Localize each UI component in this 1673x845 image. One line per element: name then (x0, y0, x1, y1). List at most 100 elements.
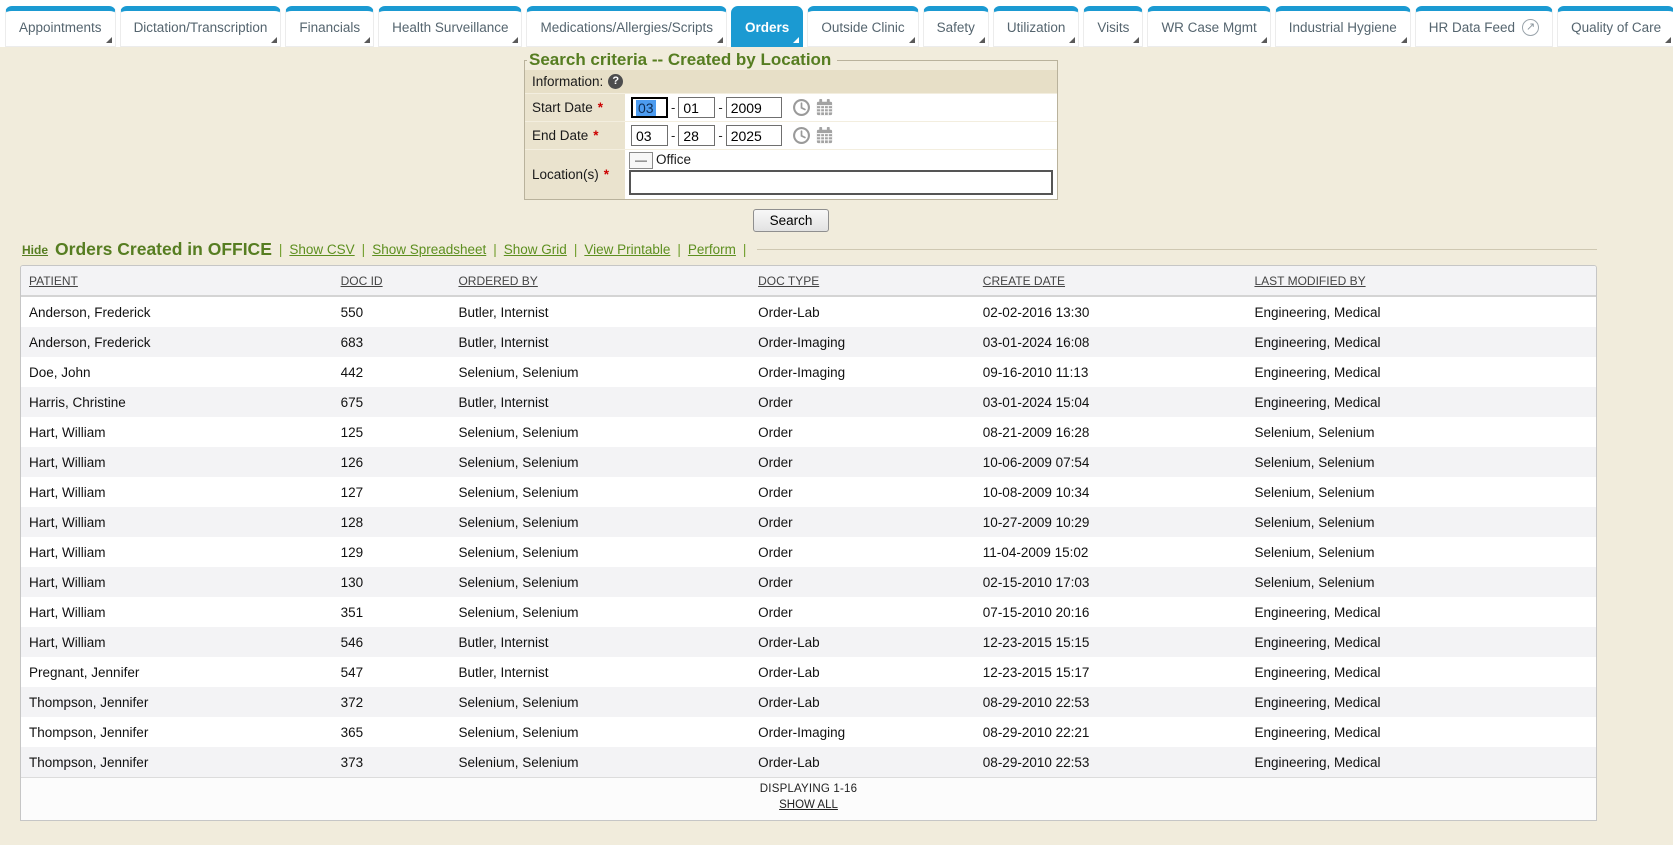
start-date-calendar-icon[interactable] (815, 98, 834, 117)
help-icon[interactable]: ? (608, 74, 623, 89)
end-date-day-input[interactable]: 28 (678, 125, 715, 146)
end-date-clock-icon[interactable] (792, 126, 811, 145)
column-header-create-date[interactable]: CREATE DATE (975, 266, 1247, 296)
cell-ordered-by: Selenium, Selenium (450, 357, 750, 387)
cell-doc-id: 130 (333, 567, 451, 597)
column-header-last-modified-by[interactable]: LAST MODIFIED BY (1246, 266, 1596, 296)
cell-create-date: 08-29-2010 22:53 (975, 687, 1247, 717)
locations-fields: — Office (625, 150, 1057, 199)
cell-ordered-by: Selenium, Selenium (450, 537, 750, 567)
tab-appointments[interactable]: Appointments (5, 6, 116, 47)
cell-create-date: 12-23-2015 15:17 (975, 657, 1247, 687)
cell-doc-id: 128 (333, 507, 451, 537)
tab-label: Quality of Care (1571, 20, 1661, 35)
cell-last-modified-by: Selenium, Selenium (1246, 447, 1596, 477)
tab-outside-clinic[interactable]: Outside Clinic (807, 6, 918, 47)
tab-quality-of-care[interactable]: Quality of Care (1557, 6, 1673, 47)
cell-doc-type: Order (750, 537, 975, 567)
cell-doc-type: Order (750, 507, 975, 537)
tab-orders[interactable]: Orders (731, 6, 803, 47)
table-row[interactable]: Anderson, Frederick683Butler, InternistO… (21, 327, 1596, 357)
external-link-icon[interactable]: ↗ (1522, 19, 1539, 36)
cell-ordered-by: Selenium, Selenium (450, 567, 750, 597)
column-header-doc-id[interactable]: DOC ID (333, 266, 451, 296)
table-row[interactable]: Hart, William127Selenium, SeleniumOrder1… (21, 477, 1596, 507)
table-row[interactable]: Hart, William128Selenium, SeleniumOrder1… (21, 507, 1596, 537)
start-date-year-input[interactable]: 2009 (726, 97, 782, 118)
table-row[interactable]: Thompson, Jennifer365Selenium, SeleniumO… (21, 717, 1596, 747)
tab-financials[interactable]: Financials (285, 6, 374, 47)
displaying-count: DISPLAYING 1-16 (21, 783, 1596, 795)
search-criteria-panel: Search criteria -- Created by Location I… (524, 50, 1058, 200)
remove-location-button[interactable]: — (629, 152, 653, 169)
required-asterisk: * (593, 128, 598, 143)
table-row[interactable]: Anderson, Frederick550Butler, InternistO… (21, 296, 1596, 327)
results-title: Orders Created in OFFICE (55, 239, 272, 260)
column-header-ordered-by[interactable]: ORDERED BY (450, 266, 750, 296)
tab-safety[interactable]: Safety (923, 6, 989, 47)
column-header-patient[interactable]: PATIENT (21, 266, 333, 296)
tab-medications-allergies-scripts[interactable]: Medications/Allergies/Scripts (526, 6, 727, 47)
cell-last-modified-by: Engineering, Medical (1246, 327, 1596, 357)
cell-doc-id: 351 (333, 597, 451, 627)
table-row[interactable]: Hart, William126Selenium, SeleniumOrder1… (21, 447, 1596, 477)
information-label: Information: (532, 74, 603, 89)
dropdown-caret-icon (1401, 37, 1407, 43)
show-csv-link[interactable]: Show CSV (289, 242, 354, 257)
cell-create-date: 03-01-2024 16:08 (975, 327, 1247, 357)
start-date-month-input[interactable]: 03 (631, 97, 668, 118)
tab-utilization[interactable]: Utilization (993, 6, 1080, 47)
start-date-day-input[interactable]: 01 (678, 97, 715, 118)
separator: | (362, 242, 366, 257)
cell-doc-type: Order-Imaging (750, 717, 975, 747)
perform-link[interactable]: Perform (688, 242, 736, 257)
cell-doc-id: 129 (333, 537, 451, 567)
table-row[interactable]: Doe, John442Selenium, SeleniumOrder-Imag… (21, 357, 1596, 387)
cell-doc-id: 546 (333, 627, 451, 657)
cell-doc-type: Order-Lab (750, 747, 975, 777)
cell-ordered-by: Selenium, Selenium (450, 747, 750, 777)
hide-link[interactable]: Hide (22, 243, 48, 257)
tab-hr-data-feed[interactable]: HR Data Feed↗ (1415, 6, 1553, 47)
show-all-link[interactable]: SHOW ALL (779, 799, 838, 811)
table-row[interactable]: Hart, William129Selenium, SeleniumOrder1… (21, 537, 1596, 567)
dropdown-caret-icon (512, 37, 518, 43)
end-date-fields: 03 - 28 - 2025 (625, 122, 1057, 149)
dropdown-caret-icon (271, 37, 277, 43)
table-row[interactable]: Hart, William546Butler, InternistOrder-L… (21, 627, 1596, 657)
tab-industrial-hygiene[interactable]: Industrial Hygiene (1275, 6, 1411, 47)
table-row[interactable]: Thompson, Jennifer372Selenium, SeleniumO… (21, 687, 1596, 717)
table-row[interactable]: Hart, William130Selenium, SeleniumOrder0… (21, 567, 1596, 597)
tab-health-surveillance[interactable]: Health Surveillance (378, 6, 522, 47)
column-header-doc-type[interactable]: DOC TYPE (750, 266, 975, 296)
view-printable-link[interactable]: View Printable (584, 242, 670, 257)
cell-doc-id: 675 (333, 387, 451, 417)
table-row[interactable]: Hart, William351Selenium, SeleniumOrder0… (21, 597, 1596, 627)
cell-create-date: 12-23-2015 15:15 (975, 627, 1247, 657)
end-date-month-input[interactable]: 03 (631, 125, 668, 146)
table-footer: DISPLAYING 1-16 SHOW ALL (21, 777, 1596, 820)
cell-last-modified-by: Selenium, Selenium (1246, 537, 1596, 567)
end-date-label: End Date * (525, 122, 625, 149)
table-row[interactable]: Thompson, Jennifer373Selenium, SeleniumO… (21, 747, 1596, 777)
show-spreadsheet-link[interactable]: Show Spreadsheet (372, 242, 486, 257)
start-date-clock-icon[interactable] (792, 98, 811, 117)
cell-patient: Hart, William (21, 567, 333, 597)
end-date-calendar-icon[interactable] (815, 126, 834, 145)
cell-last-modified-by: Engineering, Medical (1246, 687, 1596, 717)
tab-wr-case-mgmt[interactable]: WR Case Mgmt (1147, 6, 1270, 47)
search-button[interactable]: Search (753, 209, 830, 232)
tab-dictation-transcription[interactable]: Dictation/Transcription (120, 6, 282, 47)
results-header: Hide Orders Created in OFFICE |Show CSV|… (20, 237, 1597, 265)
table-row[interactable]: Harris, Christine675Butler, InternistOrd… (21, 387, 1596, 417)
table-row[interactable]: Hart, William125Selenium, SeleniumOrder0… (21, 417, 1596, 447)
show-grid-link[interactable]: Show Grid (504, 242, 567, 257)
selected-location-name: Office (656, 152, 691, 167)
end-date-year-input[interactable]: 2025 (726, 125, 782, 146)
cell-last-modified-by: Selenium, Selenium (1246, 567, 1596, 597)
table-row[interactable]: Pregnant, Jennifer547Butler, InternistOr… (21, 657, 1596, 687)
location-search-input[interactable] (629, 170, 1053, 195)
tab-visits[interactable]: Visits (1083, 6, 1143, 47)
search-panel-title: Search criteria -- Created by Location (527, 50, 837, 70)
cell-ordered-by: Selenium, Selenium (450, 687, 750, 717)
